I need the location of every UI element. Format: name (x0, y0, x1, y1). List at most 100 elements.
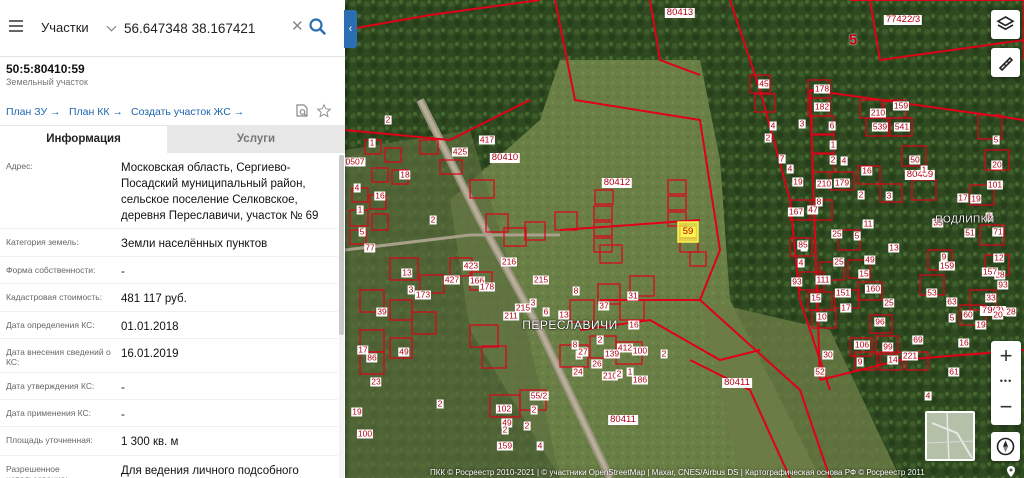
attribute-key: Адрес: (6, 161, 33, 171)
attribute-list: Адрес: Московская область, Сергиево-Посад… (0, 153, 338, 478)
parcel-label: 25 (883, 297, 895, 308)
selected-parcel-label[interactable]: 59 (680, 227, 696, 237)
parcel-label: 417 (478, 134, 496, 145)
parcel-label: 80411 (608, 414, 638, 425)
attribute-row: Кадастровая стоимость: 481 117 руб. (0, 284, 338, 312)
zoom-in-button[interactable]: + (991, 343, 1021, 369)
attribute-key: Площадь уточненная: (6, 435, 93, 445)
parcel-label: 3 (885, 190, 893, 201)
attribute-value: Для ведения личного подсобного (121, 465, 299, 477)
tab-information[interactable]: Информация (0, 126, 167, 153)
parcel-label: 60 (962, 309, 974, 320)
parcel-label: 80410 (489, 152, 521, 163)
compass-icon (996, 437, 1015, 456)
parcel-label: 539 (871, 121, 889, 132)
attribute-row: Форма собственности: - (0, 257, 338, 284)
parcel-label: 159 (938, 260, 956, 271)
parcel-label: 3 (798, 118, 806, 129)
attribute-row: Дата утверждения КС: - (0, 373, 338, 400)
create-parcel-link[interactable]: Создать участок ЖС → (131, 106, 244, 118)
panel-tabs: Информация Услуги (0, 125, 345, 153)
parcel-label: 93 (997, 279, 1009, 290)
search-input[interactable] (124, 14, 288, 42)
parcel-label: 427 (443, 274, 461, 285)
parcel-label: 16 (958, 337, 970, 348)
compass-button[interactable] (991, 432, 1020, 461)
parcel-label: 182 (813, 101, 831, 112)
menu-icon[interactable] (9, 20, 23, 36)
parcel-label: 15 (810, 292, 822, 303)
parcel-label: 69 (912, 334, 924, 345)
layers-button[interactable] (991, 10, 1020, 39)
parcel-label: 4 (536, 440, 544, 451)
tab-services[interactable]: Услуги (167, 126, 345, 153)
attribute-row: Разрешенное использование: Для ведения ли… (0, 456, 338, 478)
plan-kk-link[interactable]: План КК → (69, 106, 123, 118)
parcel-label: 6 (542, 306, 550, 317)
parcel-label: 541 (893, 121, 911, 132)
search-icon (309, 18, 326, 35)
parcel-label: 178 (478, 281, 496, 292)
parcel-label: 51 (964, 227, 976, 238)
parcel-label: 4 (769, 120, 777, 131)
parcel-label: 2 (596, 334, 604, 345)
attribute-row: Дата определения КС: 01.01.2018 (0, 312, 338, 339)
attribute-key: Форма собственности: (6, 265, 96, 275)
attribute-value: Земли населённых пунктов (121, 238, 268, 250)
parcel-label: 186 (631, 374, 649, 385)
attribute-key: Дата применения КС: (6, 408, 92, 418)
parcel-label: 4 (353, 182, 361, 193)
location-icon[interactable] (1004, 465, 1018, 478)
parcel-label: 20 (992, 309, 1004, 320)
basemap-switcher[interactable] (925, 411, 975, 461)
star-icon[interactable] (316, 103, 332, 119)
search-type-label: Участки (41, 20, 89, 35)
panel-scrollbar[interactable] (339, 155, 344, 478)
parcel-label: 0507 (344, 156, 366, 167)
parcel-label: 425 (451, 146, 469, 157)
parcel-label: 159 (496, 440, 514, 451)
parcel-label: 30 (822, 349, 834, 360)
parcel-label: 80413 (664, 7, 696, 18)
attribute-value: - (121, 266, 125, 278)
parcel-label: 50 (909, 154, 921, 165)
ruler-icon (998, 56, 1014, 72)
parcel-label: 53 (926, 287, 938, 298)
collapse-panel-button[interactable]: ‹ (344, 10, 357, 48)
parcel-label: 4 (797, 257, 805, 268)
parcel-label: 1 (368, 137, 376, 148)
attribute-key: Категория земель: (6, 237, 79, 247)
info-panel: Участки ✕ 50:5:80410:59 Земельный участо… (0, 0, 345, 478)
parcel-label: 1 (356, 204, 364, 215)
parcel-label: 20 (991, 159, 1003, 170)
search-button[interactable] (307, 14, 329, 40)
parcel-label: 49 (864, 254, 876, 265)
parcel-label: 11 (862, 218, 874, 229)
parcel-label: 10 (816, 311, 828, 322)
document-search-icon[interactable] (294, 103, 310, 119)
parcel-label: 139 (603, 348, 621, 359)
attribute-row: Адрес: Московская область, Сергиево-Посад… (0, 153, 338, 229)
search-type-select[interactable]: Участки (33, 14, 119, 42)
object-type: Земельный участок (6, 77, 88, 87)
parcel-label: 77422/3 (883, 14, 923, 25)
parcel-label: 2 (429, 214, 437, 225)
parcel-label: 19 (975, 319, 987, 330)
zoom-more-button[interactable]: ••• (991, 371, 1021, 391)
parcel-label: 16 (374, 190, 386, 201)
parcel-label: 5 (358, 226, 366, 237)
zoom-out-button[interactable]: − (991, 393, 1021, 421)
ruler-button[interactable] (991, 48, 1020, 77)
attribute-value: 481 117 руб. (121, 293, 187, 305)
parcel-label: 173 (414, 289, 432, 300)
parcel-label: 102 (495, 403, 513, 414)
parcel-label: 2 (857, 189, 865, 200)
parcel-label: 106 (853, 339, 871, 350)
parcel-label: 23 (370, 376, 382, 387)
clear-icon[interactable]: ✕ (291, 19, 304, 35)
attribute-key: Дата внесения сведений о КС: (6, 347, 111, 367)
cadastral-number: 50:5:80410:59 (6, 62, 85, 76)
parcel-label: 2 (615, 368, 623, 379)
parcel-label: 49 (398, 346, 410, 357)
plan-zu-link[interactable]: План ЗУ → (6, 106, 61, 118)
